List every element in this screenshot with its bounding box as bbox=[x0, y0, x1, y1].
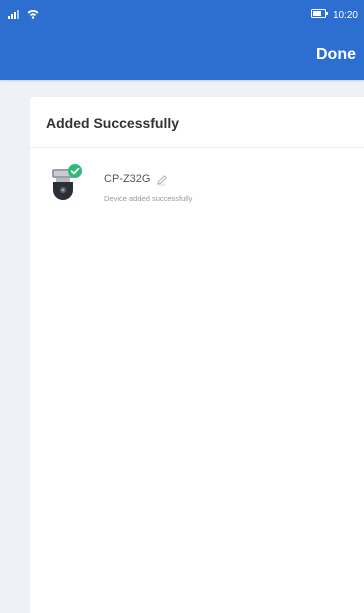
device-name-row: CP-Z32G bbox=[104, 173, 168, 186]
card-divider bbox=[30, 147, 364, 148]
device-item[interactable]: CP-Z32G Device added successfully bbox=[48, 163, 348, 211]
battery-icon bbox=[310, 9, 329, 21]
check-badge-icon bbox=[68, 164, 82, 183]
done-button[interactable]: Done bbox=[316, 46, 356, 64]
result-card: Added Successfully CP-Z32G Device added … bbox=[30, 97, 364, 613]
card-title: Added Successfully bbox=[46, 115, 180, 131]
device-status: Device added successfully bbox=[104, 194, 193, 203]
signal-icon bbox=[8, 9, 22, 22]
device-name: CP-Z32G bbox=[104, 173, 151, 185]
status-left bbox=[8, 9, 39, 22]
app-header: Done bbox=[0, 34, 364, 80]
camera-icon bbox=[48, 163, 92, 207]
status-bar: 10:20 bbox=[0, 0, 364, 34]
status-right: 10:20 bbox=[310, 9, 358, 21]
edit-icon[interactable] bbox=[156, 173, 168, 186]
wifi-icon bbox=[27, 9, 39, 22]
status-time: 10:20 bbox=[332, 9, 358, 21]
